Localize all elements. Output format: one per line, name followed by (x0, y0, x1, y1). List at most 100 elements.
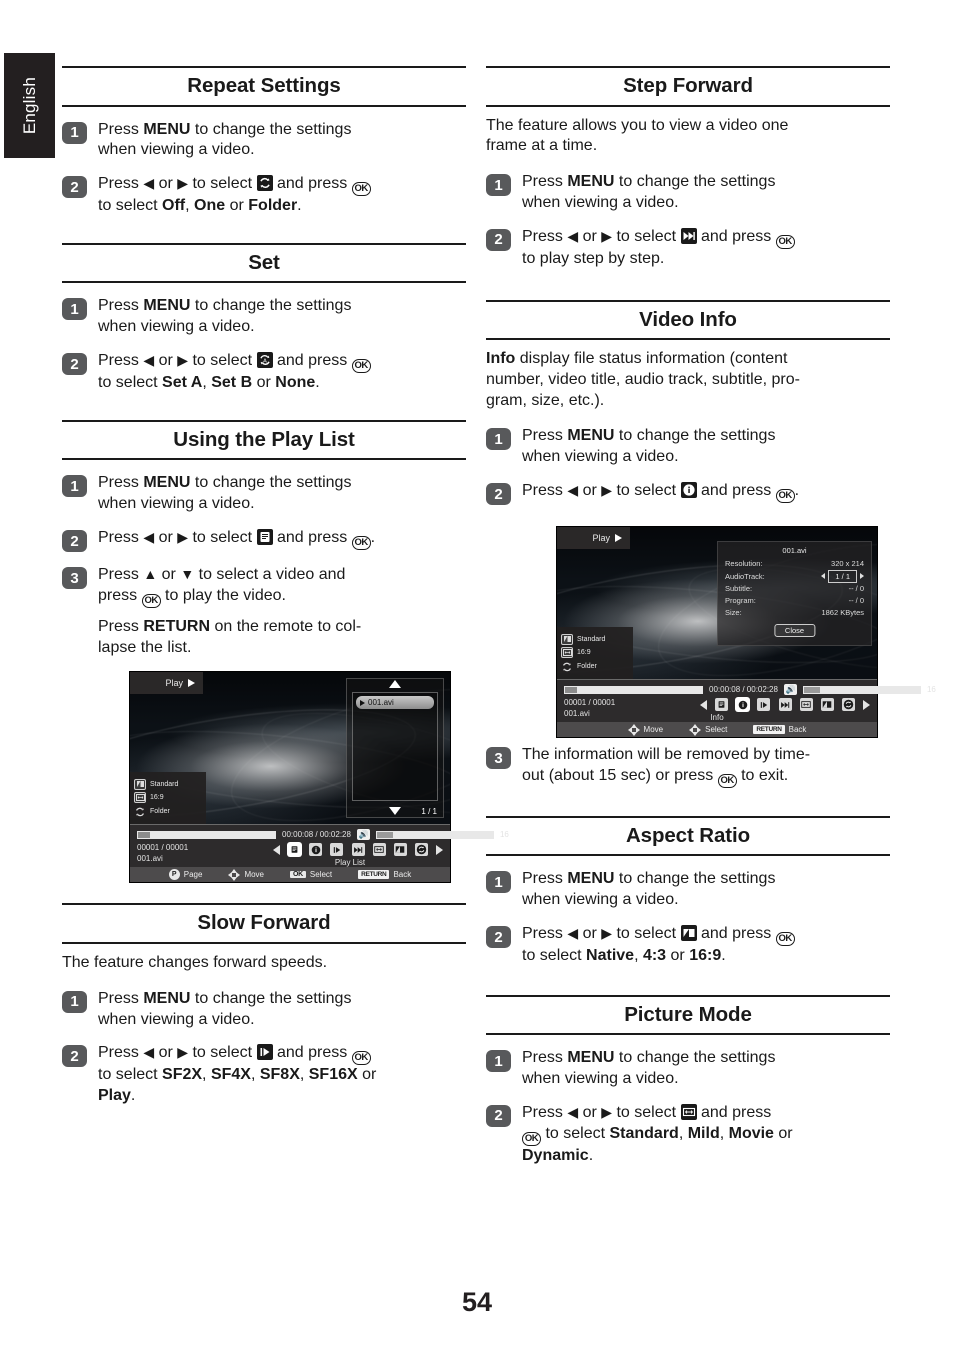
osd-row-aspect: 16:9 (561, 647, 633, 658)
text: to select (541, 1124, 610, 1142)
text: number, video title, audio track, subtit… (486, 370, 800, 388)
scroll-up-icon[interactable] (389, 680, 401, 688)
repeat-icon (561, 661, 573, 673)
step-text: Press MENU to change the settings when vi… (98, 989, 466, 1031)
step-text: Press ◀ or ▶ to select and press OK to se… (98, 1044, 377, 1105)
language-tab: English (4, 53, 55, 158)
text: to select (612, 925, 681, 942)
rule (486, 854, 890, 857)
text: or (154, 529, 178, 547)
section-set: Set 1 Press MENU to change the settings w… (62, 242, 466, 394)
step-forward-icon[interactable] (351, 843, 365, 856)
right-arrow-icon[interactable] (860, 573, 864, 580)
step-item: 2 Press ◀ or ▶ to select and press OK to… (486, 1103, 890, 1167)
next-page-icon[interactable] (863, 699, 870, 710)
text: to change the settings (190, 120, 352, 138)
volume-bar[interactable] (375, 830, 494, 839)
aspect-ratio-icon[interactable] (372, 843, 386, 856)
info-label: Size: (725, 607, 742, 617)
left-arrow-icon: ◀ (143, 352, 155, 369)
list-item[interactable]: 001.avi (356, 696, 434, 709)
slow-forward-icon[interactable] (330, 843, 344, 856)
playback-control-bar: 00:00:08 / 00:02:28 🔊 16 00001 / 00001 0… (557, 679, 936, 724)
section-aspect-ratio: Aspect Ratio 1 Press MENU to change the … (486, 815, 890, 967)
text: frame at a time. (486, 137, 598, 155)
step-forward-icon[interactable] (778, 698, 792, 711)
right-arrow-icon: ▶ (177, 175, 189, 192)
step-text: Press ▲ or ▼ to select a video and press … (98, 565, 466, 658)
scroll-down-icon[interactable] (389, 807, 401, 815)
repeat-icon[interactable] (841, 698, 855, 711)
close-button[interactable]: Close (773, 624, 816, 637)
svg-text:A: A (263, 358, 267, 364)
text: or (154, 352, 178, 370)
play-list-panel[interactable]: 001.avi 1 / 1 (346, 678, 444, 818)
step-item: 2 Press ◀ or ▶ to select and press OK to … (486, 227, 890, 270)
info-label: Subtitle: (725, 584, 753, 594)
ok-key-icon: OK (351, 536, 371, 551)
slow-forward-icon (256, 1044, 273, 1061)
volume-icon[interactable]: 🔊 (356, 829, 370, 840)
return-key-label: RETURN (143, 617, 211, 635)
text: to select (188, 529, 257, 547)
menu-key-label: MENU (567, 1049, 615, 1067)
picture-mode-icon[interactable] (820, 698, 834, 711)
list-item-label: 001.avi (368, 698, 394, 707)
step-item: 2 Press ◀ or ▶ to select and press OK to … (486, 924, 890, 967)
step-item: 2 Press ◀ or ▶ to select and press OK. (62, 528, 466, 553)
text: or (154, 175, 178, 193)
section-step-forward: Step Forward The feature allows you to v… (486, 66, 890, 270)
p-key-icon: P (168, 869, 180, 880)
step-number: 1 (62, 298, 87, 321)
step-item: 2 Press ◀ or ▶ to select and press OK to … (62, 174, 466, 217)
text: to select (188, 352, 257, 370)
volume-bar[interactable] (802, 685, 921, 694)
option-16-9: 16:9 (689, 947, 722, 964)
info-icon[interactable] (309, 843, 323, 856)
aspect-ratio-icon (561, 647, 573, 658)
section-title: Aspect Ratio (625, 823, 751, 847)
time-display: 00:00:08 / 00:02:28 (282, 830, 351, 839)
picture-mode-icon[interactable] (393, 843, 407, 856)
left-arrow-icon: ◀ (143, 175, 155, 192)
section-intro: The feature changes forward speeds. (62, 953, 328, 971)
repeat-icon[interactable] (414, 843, 428, 856)
step-number: 2 (62, 176, 87, 199)
next-page-icon[interactable] (436, 844, 443, 855)
step-item: 2 Press ◀ or ▶ to select and press OK to … (62, 1043, 466, 1107)
text: Press (98, 989, 144, 1007)
section-title: Set (248, 250, 280, 274)
progress-bar[interactable] (564, 685, 703, 694)
volume-icon[interactable]: 🔊 (783, 684, 797, 695)
text: Press (522, 427, 568, 445)
osd-row-repeat: Folder (561, 661, 633, 673)
left-arrow-icon: ◀ (143, 529, 155, 546)
step-number: 1 (62, 475, 87, 498)
play-icon (188, 679, 195, 687)
text: or (154, 1044, 178, 1062)
step-text: Press MENU to change the settings when vi… (98, 473, 466, 515)
play-list-items: 001.avi (352, 692, 438, 801)
aspect-ratio-icon[interactable] (799, 698, 813, 711)
play-list-icon[interactable] (715, 698, 729, 711)
left-arrow-icon[interactable] (821, 573, 826, 580)
step-number: 2 (486, 228, 511, 251)
step-number: 2 (62, 1045, 87, 1068)
prev-page-icon[interactable] (273, 844, 280, 855)
info-label: Program: (725, 595, 756, 605)
slow-forward-icon[interactable] (757, 698, 771, 711)
step-text: Press MENU to change the settings when vi… (98, 120, 466, 162)
info-icon[interactable] (736, 698, 750, 711)
prev-page-icon[interactable] (700, 699, 707, 710)
right-arrow-icon: ▶ (177, 352, 189, 369)
text: to change the settings (614, 427, 776, 445)
hint-label: Move (643, 725, 664, 734)
progress-bar[interactable] (137, 830, 276, 839)
info-label: AudioTrack: (725, 571, 765, 581)
steps-list: 1 Press MENU to change the settings when … (486, 172, 890, 269)
info-value-group: 1 / 1 (821, 569, 864, 584)
step-number: 1 (62, 121, 87, 144)
play-list-icon[interactable] (288, 843, 302, 856)
option-set-a: Set A (162, 374, 203, 392)
step-number: 3 (62, 567, 87, 590)
